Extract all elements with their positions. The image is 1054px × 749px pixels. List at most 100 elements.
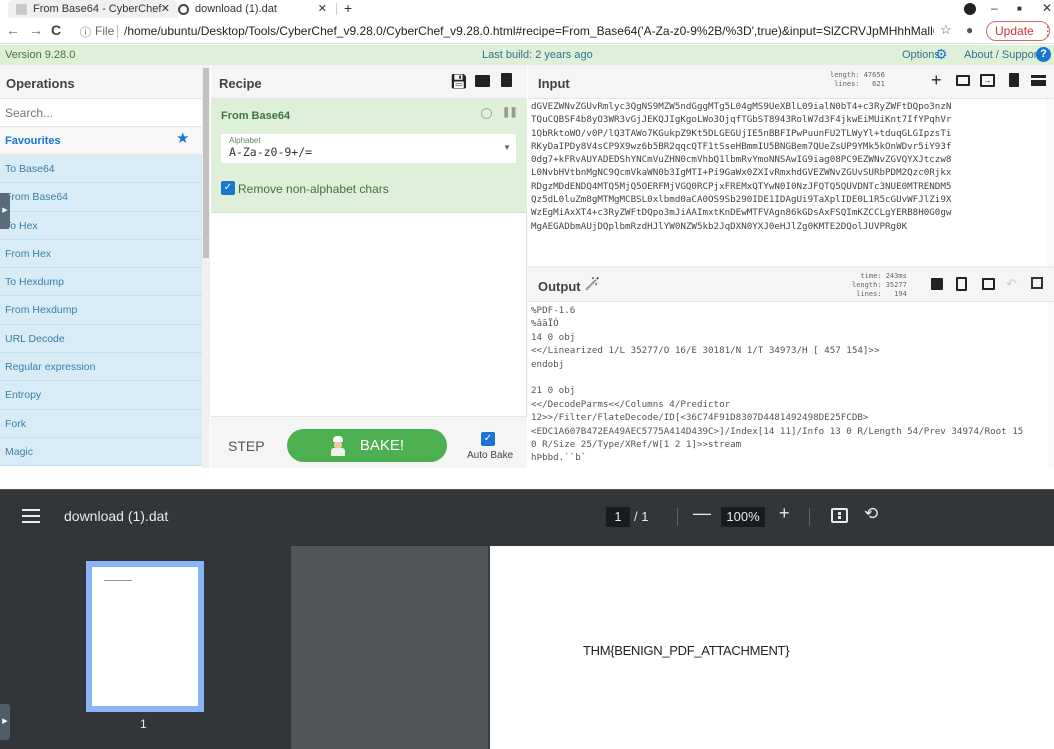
operation-item[interactable]: To Hex <box>0 211 202 240</box>
minimize-icon[interactable]: – <box>991 1 998 15</box>
tab-title: download (1).dat <box>195 3 277 15</box>
ingredient-title: From Base64 <box>221 110 291 122</box>
bake-button[interactable]: BAKE! <box>287 429 447 462</box>
cyberchef-icon <box>16 3 27 15</box>
save-recipe-icon[interactable]: 💾︎ <box>450 74 468 88</box>
zoom-in-button[interactable]: + <box>779 503 790 524</box>
side-panel-handle[interactable]: ▶ <box>0 193 10 229</box>
last-build-label: Last build: 2 years ago <box>482 49 593 61</box>
url-input[interactable]: /home/ubuntu/Desktop/Tools/CyberChef_v9.… <box>124 24 934 38</box>
pdf-page-text: THM{BENIGN_PDF_ATTACHMENT} <box>583 643 790 658</box>
zoom-level-input[interactable]: 100% <box>721 507 765 527</box>
zoom-out-button[interactable]: — <box>693 503 711 524</box>
operation-item[interactable]: Entropy <box>0 381 202 410</box>
operations-list: To Base64 From Base64 To Hex From Hex To… <box>0 155 202 467</box>
fullscreen-icon[interactable] <box>1031 277 1043 289</box>
screenshot-gap <box>0 468 1054 490</box>
output-scrollbar[interactable] <box>1048 302 1054 468</box>
favourites-category[interactable]: Favourites <box>0 127 202 155</box>
magic-wand-icon[interactable]: 🪄︎ <box>584 276 601 292</box>
disable-operation-icon[interactable] <box>481 108 492 119</box>
clear-input-icon[interactable] <box>1009 73 1019 87</box>
layout-icon[interactable] <box>1031 75 1046 86</box>
open-file-icon[interactable]: → <box>980 74 995 87</box>
output-title: Output <box>538 279 581 294</box>
output-header <box>528 268 1054 302</box>
close-window-icon[interactable]: ✕ <box>1042 1 1052 15</box>
alphabet-value[interactable]: A-Za-z0-9+/= <box>229 145 312 159</box>
bookmark-star-icon[interactable]: ☆ <box>940 22 952 38</box>
add-input-icon[interactable]: + <box>931 71 942 89</box>
rotate-icon[interactable]: ⟲ <box>864 504 878 524</box>
folder-icon[interactable] <box>475 75 490 87</box>
auto-bake-label[interactable]: Auto Bake <box>467 450 513 461</box>
forward-icon[interactable]: → <box>29 22 43 38</box>
maximize-icon[interactable]: ■ <box>1017 4 1022 13</box>
star-icon[interactable]: ★ <box>176 131 189 146</box>
reload-icon[interactable]: C <box>51 22 61 38</box>
save-output-icon[interactable] <box>931 278 943 290</box>
output-stats: time: 243ms length: 35277 lines: 194 <box>852 272 907 298</box>
tab-title: From Base64 - CyberChef <box>33 3 162 15</box>
page-total: / 1 <box>634 509 649 524</box>
operations-scroll-thumb[interactable] <box>203 68 209 258</box>
url-scheme: File <box>95 24 115 38</box>
url-separator <box>117 25 118 38</box>
replace-input-icon[interactable] <box>982 278 995 290</box>
extension-icon[interactable] <box>964 3 976 15</box>
input-stats: length: 47656 lines: 621 <box>830 71 885 88</box>
operation-item[interactable]: To Hexdump <box>0 268 202 297</box>
pdf-title: download (1).dat <box>64 508 169 524</box>
tab-download[interactable]: download (1).dat ✕ <box>170 0 335 18</box>
side-panel-handle[interactable]: ▶ <box>0 704 10 740</box>
update-label: Update <box>995 24 1034 38</box>
operation-item[interactable]: Regular expression <box>0 353 202 382</box>
more-menu-icon: ⋮ <box>1041 24 1054 38</box>
profile-icon[interactable]: ● <box>966 23 973 37</box>
step-button[interactable]: STEP <box>228 438 265 454</box>
operation-item[interactable]: Fork <box>0 409 202 438</box>
back-icon[interactable]: ← <box>6 22 20 38</box>
fit-page-icon[interactable] <box>831 508 848 523</box>
close-tab-icon[interactable]: ✕ <box>318 2 327 15</box>
input-scrollbar[interactable] <box>1046 99 1054 267</box>
viewer-background <box>291 546 488 749</box>
auto-bake-checkbox[interactable]: ✓ <box>481 432 495 446</box>
input-textarea[interactable]: dGVEZWNvZGUvRmlyc3QgNS9MZW5ndGggMTg5L04g… <box>531 100 1001 233</box>
open-folder-icon[interactable] <box>956 75 970 86</box>
help-icon[interactable]: ? <box>1036 47 1051 62</box>
tab-cyberchef[interactable]: From Base64 - CyberChef ✕ <box>8 0 178 18</box>
operation-item[interactable]: From Hexdump <box>0 296 202 325</box>
close-tab-icon[interactable]: ✕ <box>161 2 170 15</box>
update-button[interactable]: Update ⋮ <box>986 21 1054 41</box>
gear-icon[interactable]: ⚙ <box>935 47 949 61</box>
output-textarea[interactable]: %PDF-1.6 %âãÏÓ 14 0 obj <</Linearized 1/… <box>531 304 1049 465</box>
globe-icon <box>178 3 189 15</box>
chevron-down-icon[interactable]: ▼ <box>503 143 511 152</box>
operation-item[interactable]: From Hex <box>0 239 202 269</box>
operations-search-input[interactable] <box>0 99 202 127</box>
breakpoint-icon[interactable]: ❚❚ <box>502 107 518 118</box>
operations-title: Operations <box>0 65 202 99</box>
operation-item[interactable]: To Base64 <box>0 155 202 184</box>
thumbnail-page-number: 1 <box>140 717 147 731</box>
remove-non-alphabet-label[interactable]: Remove non-alphabet chars <box>238 182 389 196</box>
undo-icon[interactable]: ↶ <box>1006 276 1017 292</box>
input-title: Input <box>538 76 570 91</box>
alphabet-label: Alphabet <box>229 136 261 145</box>
new-tab-button[interactable]: + <box>344 0 352 16</box>
toolbar-separator <box>677 508 678 526</box>
page-thumbnail[interactable] <box>86 561 204 712</box>
copy-output-icon[interactable] <box>956 277 967 291</box>
about-support-link[interactable]: About / Support <box>964 49 1040 61</box>
operation-item[interactable]: From Base64 <box>0 183 202 212</box>
operation-item[interactable]: Magic <box>0 437 202 467</box>
menu-icon[interactable] <box>22 509 40 523</box>
version-label: Version 9.28.0 <box>5 49 76 61</box>
trash-icon[interactable] <box>501 73 512 87</box>
thumbnail-page <box>92 567 198 706</box>
info-icon[interactable]: ⓘ <box>80 24 91 40</box>
page-number-input[interactable]: 1 <box>606 507 630 527</box>
remove-non-alphabet-checkbox[interactable]: ✓ <box>221 181 235 195</box>
operation-item[interactable]: URL Decode <box>0 324 202 354</box>
